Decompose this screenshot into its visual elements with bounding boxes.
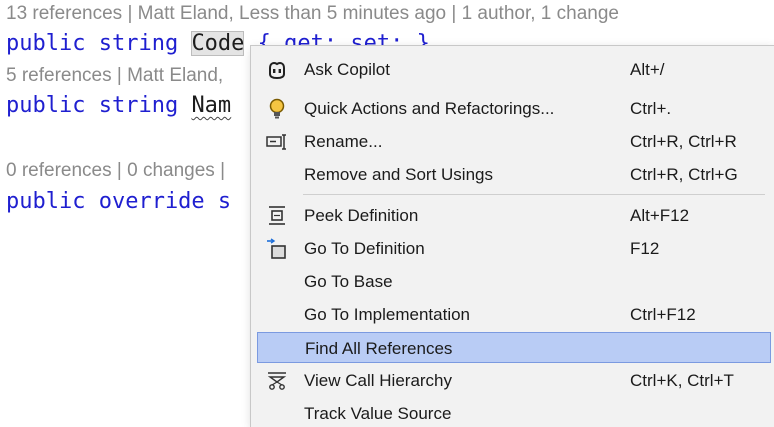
call-hierarchy-icon [265, 369, 289, 393]
menu-item-label: Remove and Sort Usings [304, 165, 493, 184]
menu-item-label: Find All References [305, 339, 453, 358]
code-keywords: public string [6, 93, 192, 118]
menu-item-peek-definition[interactable]: Peek Definition Alt+F12 [257, 200, 771, 231]
menu-item-find-all-references[interactable]: Find All References [257, 332, 771, 363]
menu-item-shortcut: Ctrl+. [630, 99, 672, 118]
menu-item-shortcut: Ctrl+R, Ctrl+R [630, 132, 737, 151]
menu-separator [303, 194, 765, 195]
peek-definition-icon [265, 204, 289, 228]
context-menu: Ask Copilot Alt+/ Quick Actions and Refa… [250, 45, 774, 427]
menu-item-label: Quick Actions and Refactorings... [304, 99, 555, 118]
menu-item-go-to-definition[interactable]: Go To Definition F12 [257, 233, 771, 264]
menu-item-label: Track Value Source [304, 404, 452, 423]
code-line-name-property[interactable]: public string Nam [6, 91, 231, 121]
menu-item-label: Rename... [304, 132, 383, 151]
menu-item-label: Go To Base [304, 272, 393, 291]
codelens-override[interactable]: 0 references | 0 changes | [6, 159, 225, 183]
menu-item-shortcut: Ctrl+F12 [630, 305, 696, 324]
code-keywords: public override s [6, 189, 232, 214]
menu-item-ask-copilot[interactable]: Ask Copilot Alt+/ [257, 54, 771, 85]
menu-item-label: Peek Definition [304, 206, 419, 225]
codelens-code[interactable]: 13 references | Matt Eland, Less than 5 … [6, 2, 619, 26]
menu-item-shortcut: Ctrl+K, Ctrl+T [630, 371, 734, 390]
copilot-icon [265, 58, 289, 82]
menu-item-label: Ask Copilot [304, 60, 390, 79]
rename-icon [265, 130, 289, 154]
code-identifier-selected[interactable]: Code [191, 31, 245, 56]
menu-item-remove-sort-usings[interactable]: Remove and Sort Usings Ctrl+R, Ctrl+G [257, 159, 771, 190]
menu-item-shortcut: Ctrl+R, Ctrl+G [630, 165, 738, 184]
menu-item-label: Go To Definition [304, 239, 425, 258]
menu-item-go-to-base[interactable]: Go To Base [257, 266, 771, 297]
menu-item-label: View Call Hierarchy [304, 371, 453, 390]
menu-item-go-to-implementation[interactable]: Go To Implementation Ctrl+F12 [257, 299, 771, 330]
codelens-name[interactable]: 5 references | Matt Eland, [6, 64, 223, 88]
menu-item-shortcut: Alt+F12 [630, 206, 690, 225]
menu-item-label: Go To Implementation [304, 305, 470, 324]
go-to-definition-icon [265, 237, 289, 261]
menu-item-rename[interactable]: Rename... Ctrl+R, Ctrl+R [257, 126, 771, 157]
lightbulb-icon [265, 97, 289, 121]
menu-item-quick-actions[interactable]: Quick Actions and Refactorings... Ctrl+. [257, 93, 771, 124]
code-keywords: public string [6, 31, 192, 56]
menu-item-track-value-source[interactable]: Track Value Source [257, 398, 771, 427]
menu-item-shortcut: F12 [630, 239, 660, 258]
code-identifier[interactable]: Nam [191, 93, 231, 118]
code-line-override[interactable]: public override s [6, 187, 231, 217]
menu-item-view-call-hierarchy[interactable]: View Call Hierarchy Ctrl+K, Ctrl+T [257, 365, 771, 396]
menu-item-shortcut: Alt+/ [630, 60, 665, 79]
